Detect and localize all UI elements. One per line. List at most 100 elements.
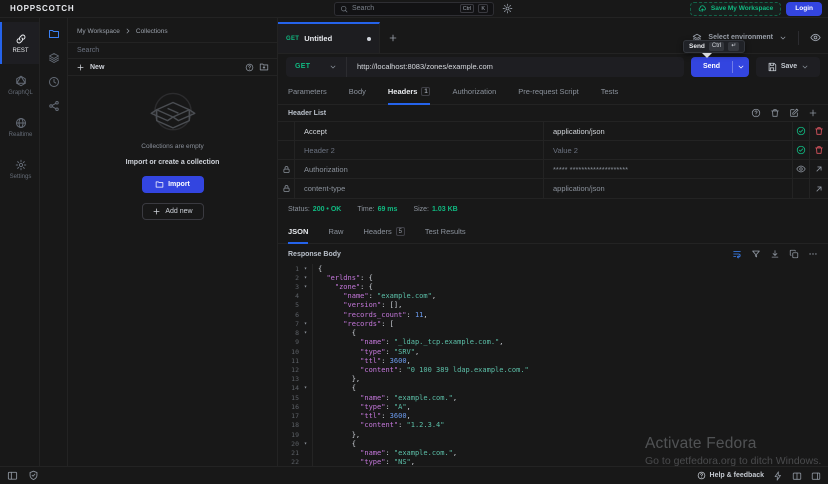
new-collection-button[interactable]: New — [90, 64, 104, 71]
clock-icon[interactable] — [48, 76, 60, 88]
header-value-field[interactable]: application/json — [544, 122, 793, 140]
more-icon[interactable] — [808, 249, 818, 259]
trash-icon[interactable] — [770, 108, 780, 118]
response-tab-raw[interactable]: Raw — [328, 220, 343, 243]
url-input[interactable]: http://localhost:8083/zones/example.com — [347, 62, 503, 71]
code-line: 8▾ { — [278, 329, 828, 338]
line-number: 14 — [278, 384, 299, 392]
request-tab-headers[interactable]: Headers1 — [388, 79, 431, 104]
edit-icon[interactable] — [789, 108, 799, 118]
download-icon[interactable] — [770, 249, 780, 259]
save-my-workspace-button[interactable]: Save My Workspace — [690, 2, 781, 16]
request-tab-authorization[interactable]: Authorization — [452, 79, 496, 104]
gear-icon[interactable] — [502, 3, 513, 14]
eye-icon[interactable] — [810, 32, 821, 43]
fold-arrow-icon[interactable]: ▾ — [299, 441, 312, 447]
request-tab-parameters[interactable]: Parameters — [288, 79, 327, 104]
import-button[interactable]: Import — [142, 176, 204, 193]
plus-icon — [152, 207, 161, 216]
filter-icon[interactable] — [751, 249, 761, 259]
response-tab-headers[interactable]: Headers5 — [363, 220, 404, 243]
header-key-field[interactable]: Header 2 — [295, 141, 544, 159]
code-line: 5 "version": [], — [278, 301, 828, 310]
breadcrumb-collections[interactable]: Collections — [136, 28, 168, 35]
sidebar-item-realtime[interactable]: Realtime — [0, 106, 39, 148]
header-key-field[interactable]: content-type — [295, 179, 544, 198]
check-circle-icon[interactable] — [796, 145, 806, 155]
folder-icon[interactable] — [48, 28, 60, 40]
login-button[interactable]: Login — [786, 2, 822, 16]
method-select[interactable]: GET — [286, 63, 346, 71]
collections-search-input[interactable]: Search — [68, 42, 277, 59]
arrow-up-right-icon[interactable] — [814, 184, 824, 194]
import-label: Import — [168, 181, 190, 188]
save-button[interactable]: Save — [756, 57, 820, 77]
send-label: Send — [691, 63, 732, 70]
breadcrumb-workspace[interactable]: My Workspace — [77, 28, 120, 35]
panel-right-icon[interactable] — [811, 471, 821, 481]
secondary-icon-rail — [40, 18, 68, 466]
shield-check-icon[interactable] — [28, 470, 39, 481]
code-text: "content": "0 100 389 ldap.example.com." — [312, 366, 529, 374]
help-icon[interactable] — [751, 108, 761, 118]
header-action-cell — [793, 141, 810, 159]
fold-arrow-icon[interactable]: ▾ — [299, 385, 312, 391]
line-number: 7 — [278, 320, 299, 328]
code-line: 20▾ { — [278, 439, 828, 448]
header-value-field[interactable]: Value 2 — [544, 141, 793, 159]
fold-arrow-icon[interactable]: ▾ — [299, 330, 312, 336]
code-text: "zone": { — [312, 283, 373, 291]
response-json-editor[interactable]: 1▾{2▾ "erldns": {3▾ "zone": {4 "name": "… — [278, 264, 828, 466]
headers-table: Acceptapplication/jsonHeader 2Value 2Aut… — [278, 122, 828, 199]
zap-icon[interactable] — [773, 471, 783, 481]
sidebar-item-rest[interactable]: REST — [0, 22, 39, 64]
eye-icon[interactable] — [796, 164, 806, 174]
sidebar-toggle-icon[interactable] — [7, 470, 18, 481]
plus-icon[interactable] — [808, 108, 818, 118]
global-search-input[interactable]: Search Ctrl K — [334, 2, 494, 16]
response-tab-test-results[interactable]: Test Results — [425, 220, 466, 243]
header-action-cell — [793, 122, 810, 140]
code-text: "records_count": 11, — [312, 311, 428, 319]
fold-arrow-icon[interactable]: ▾ — [299, 275, 312, 281]
add-new-button[interactable]: Add new — [142, 203, 204, 220]
send-button[interactable]: Send — [691, 57, 749, 77]
folder-import-icon — [155, 180, 164, 189]
fold-arrow-icon[interactable]: ▾ — [299, 284, 312, 290]
folder-import-icon[interactable] — [259, 62, 269, 72]
response-tab-json[interactable]: JSON — [288, 220, 308, 243]
copy-icon[interactable] — [789, 249, 799, 259]
header-key-field[interactable]: Authorization — [295, 160, 544, 178]
sidebar-item-settings[interactable]: Settings — [0, 148, 39, 190]
header-value-field[interactable]: ***** ******************** — [544, 160, 793, 178]
columns-icon[interactable] — [792, 471, 802, 481]
fold-arrow-icon[interactable]: ▾ — [299, 266, 312, 272]
code-text: { — [312, 440, 356, 448]
request-tab-untitled[interactable]: GET Untitled — [278, 22, 380, 53]
wrap-lines-icon[interactable] — [732, 249, 742, 259]
request-tab-pre-request-script[interactable]: Pre-request Script — [518, 79, 578, 104]
drag-cell — [278, 122, 295, 140]
check-circle-icon[interactable] — [796, 126, 806, 136]
trash-icon[interactable] — [814, 126, 824, 136]
header-key-field[interactable]: Accept — [295, 122, 544, 140]
fold-arrow-icon[interactable]: ▾ — [299, 321, 312, 327]
request-tab-body[interactable]: Body — [349, 79, 366, 104]
trash-icon[interactable] — [814, 145, 824, 155]
header-action-cell — [810, 179, 828, 198]
new-tab-button[interactable] — [380, 22, 406, 53]
sidebar-item-graphql[interactable]: GraphQL — [0, 64, 39, 106]
plus-icon — [388, 33, 398, 43]
request-tab-tests[interactable]: Tests — [601, 79, 619, 104]
chevron-right-icon — [124, 27, 132, 35]
header-value-field[interactable]: application/json — [544, 179, 793, 198]
request-tab-strip: GET Untitled Select environment — [278, 22, 828, 54]
code-text: "records": [ — [312, 320, 394, 328]
shortcut-key-ctrl: Ctrl — [460, 4, 475, 13]
help-feedback-button[interactable]: Help & feedback — [697, 471, 764, 480]
tab-label: Tests — [601, 87, 619, 96]
share-icon[interactable] — [48, 100, 60, 112]
help-icon[interactable] — [245, 63, 254, 72]
arrow-up-right-icon[interactable] — [814, 164, 824, 174]
layers-icon[interactable] — [48, 52, 60, 64]
